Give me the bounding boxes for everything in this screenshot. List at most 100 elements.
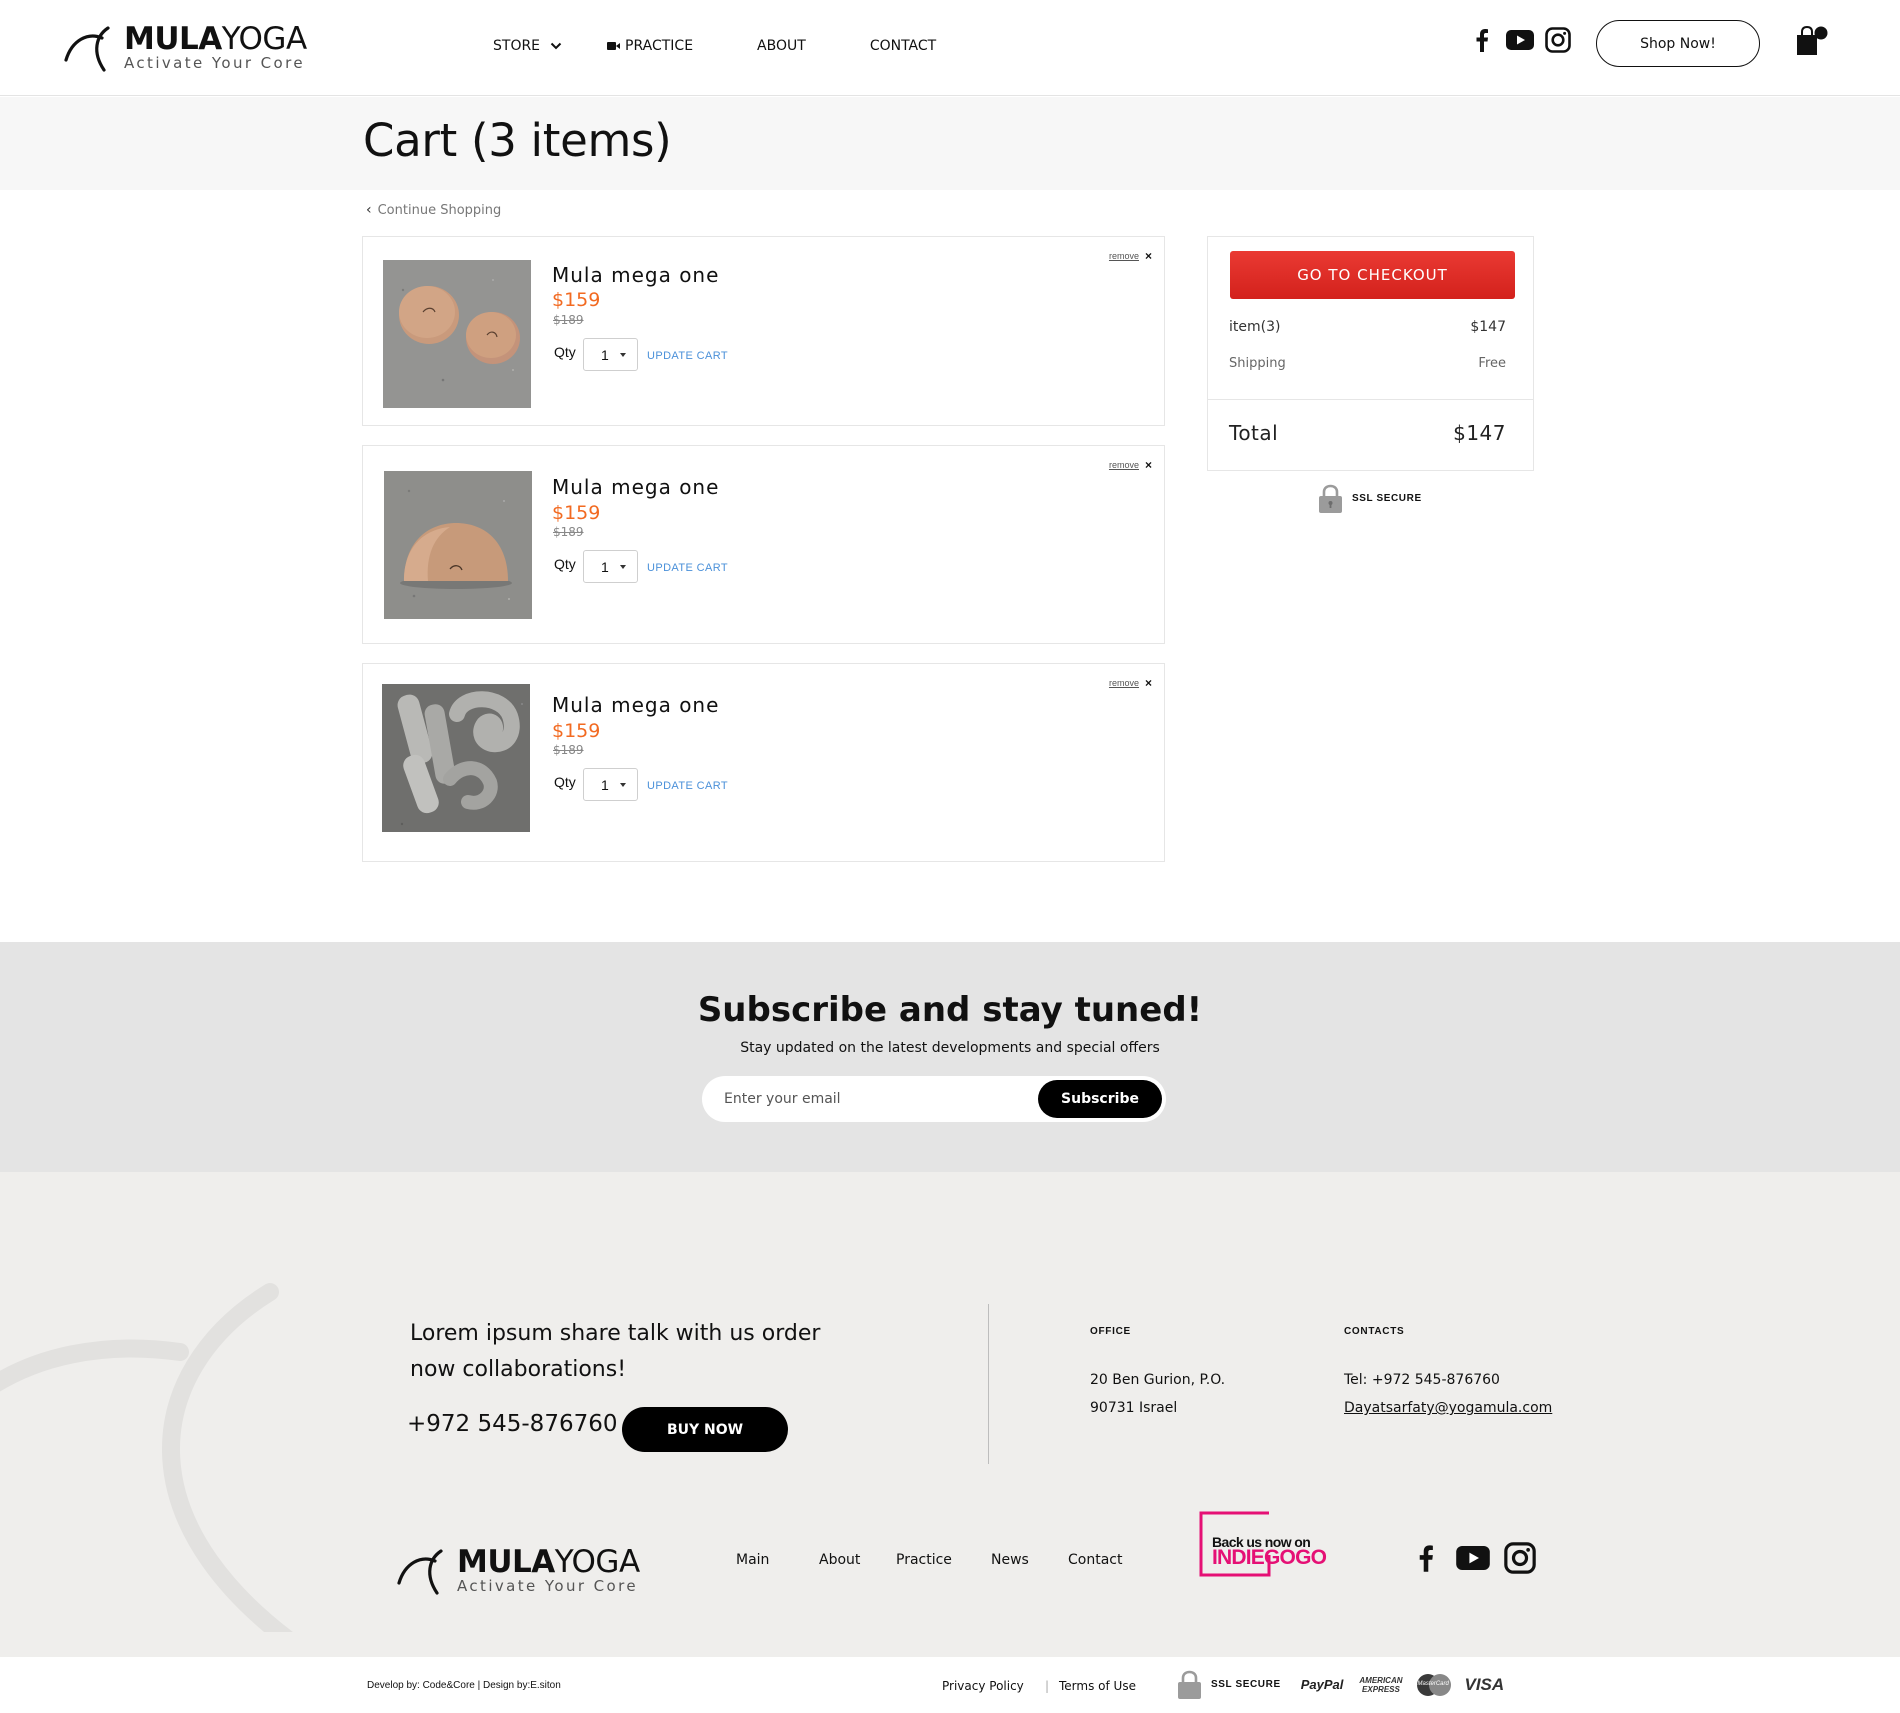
office-heading: OFFICE xyxy=(1090,1326,1131,1337)
page-title: Cart (3 items) xyxy=(363,114,672,167)
nav-practice-label: PRACTICE xyxy=(625,38,694,54)
continue-shopping-label: Continue Shopping xyxy=(377,202,502,218)
footer-divider xyxy=(988,1304,989,1464)
summary-total-value: $147 xyxy=(1453,421,1506,445)
subscribe-form: Subscribe xyxy=(702,1076,1166,1122)
site-footer: Lorem ipsum share talk with us order now… xyxy=(0,1172,1900,1657)
ssl-secure-label: SSL SECURE xyxy=(1211,1679,1281,1690)
indiegogo-line2: INDIEGOGO xyxy=(1212,1546,1327,1569)
mula-watermark-icon xyxy=(0,1283,294,1632)
remove-item-button[interactable]: remove × xyxy=(1109,676,1152,690)
summary-items-row: item(3) $147 xyxy=(1229,319,1506,335)
nav-contact[interactable]: CONTACT xyxy=(870,38,936,54)
subscribe-section: Subscribe and stay tuned! Stay updated o… xyxy=(0,942,1900,1172)
payment-methods: SSL SECURE PayPal AMERICAN EXPRESS Maste… xyxy=(1178,1670,1504,1699)
email-input[interactable] xyxy=(724,1088,1024,1110)
legal-separator: | xyxy=(1045,1679,1050,1693)
product-image[interactable] xyxy=(384,471,532,619)
cart-item: Mula mega one $159 $189 Qty 1 UPDATE CAR… xyxy=(362,445,1165,644)
quantity-select[interactable]: 1 xyxy=(583,768,638,801)
nav-contact-label: CONTACT xyxy=(869,38,937,54)
product-old-price: $189 xyxy=(553,525,584,539)
contacts-email-link[interactable]: Dayatsarfaty@yogamula.com xyxy=(1344,1400,1552,1416)
chevron-left-icon: ‹ xyxy=(366,202,372,218)
product-image[interactable] xyxy=(382,684,530,832)
checkout-button[interactable]: GO TO CHECKOUT xyxy=(1230,251,1515,299)
office-address-line1: 20 Ben Gurion, P.O. xyxy=(1090,1372,1226,1388)
bottom-bar: Develop by: Code&Core | Design by:E.sito… xyxy=(0,1657,1900,1713)
nav-about-label: ABOUT xyxy=(757,38,806,54)
nav-store[interactable]: STORE xyxy=(493,38,562,54)
close-icon: × xyxy=(1144,249,1152,263)
product-name[interactable]: Mula mega one xyxy=(552,475,719,499)
developer-credit: Develop by: Code&Core | Design by:E.sito… xyxy=(367,1680,561,1691)
facebook-icon[interactable] xyxy=(1468,26,1496,54)
mastercard-logo: MasterCard xyxy=(1415,1673,1453,1697)
indiegogo-badge[interactable]: Back us now on INDIEGOGO xyxy=(1199,1511,1331,1577)
logo-tagline: Activate Your Core xyxy=(457,1577,638,1595)
quantity-select[interactable]: 1 xyxy=(583,338,638,371)
summary-shipping-value: Free xyxy=(1478,356,1506,371)
cart-title-band xyxy=(0,97,1900,190)
main-nav: STORE PRACTICE ABOUT CONTACT xyxy=(493,38,936,54)
youtube-icon[interactable] xyxy=(1506,26,1534,54)
product-price: $159 xyxy=(552,289,601,311)
buy-now-button[interactable]: BUY NOW xyxy=(622,1407,788,1452)
facebook-icon[interactable] xyxy=(1418,1544,1442,1572)
footer-nav-main[interactable]: Main xyxy=(736,1552,769,1568)
header-social-links xyxy=(1458,26,1572,54)
qty-label: Qty xyxy=(554,774,576,790)
privacy-policy-link[interactable]: Privacy Policy xyxy=(942,1679,1024,1693)
product-name[interactable]: Mula mega one xyxy=(552,693,719,717)
update-cart-link[interactable]: UPDATE CART xyxy=(647,350,728,362)
chevron-down-icon xyxy=(550,42,562,50)
summary-shipping-row: Shipping Free xyxy=(1229,356,1506,371)
instagram-icon[interactable] xyxy=(1544,26,1572,54)
product-old-price: $189 xyxy=(553,313,584,327)
shopping-bag-icon[interactable] xyxy=(1795,26,1829,58)
footer-logo[interactable]: MULAYOGA Activate Your Core xyxy=(395,1547,640,1597)
shop-now-button[interactable]: Shop Now! xyxy=(1596,20,1760,67)
remove-label: remove xyxy=(1108,251,1139,261)
subscribe-button[interactable]: Subscribe xyxy=(1038,1080,1162,1118)
remove-item-button[interactable]: remove × xyxy=(1109,249,1152,263)
footer-nav-practice[interactable]: Practice xyxy=(896,1552,952,1568)
lock-icon xyxy=(1178,1670,1201,1699)
qty-label: Qty xyxy=(554,556,576,572)
header-logo[interactable]: MULAYOGA Activate Your Core xyxy=(62,24,307,74)
cart-item: Mula mega one $159 $189 Qty 1 UPDATE CAR… xyxy=(362,236,1165,426)
site-header: MULAYOGA Activate Your Core STORE PRACTI… xyxy=(0,0,1900,96)
quantity-select[interactable]: 1 xyxy=(583,550,638,583)
amex-logo: AMERICAN EXPRESS xyxy=(1359,1676,1402,1694)
instagram-icon[interactable] xyxy=(1504,1542,1536,1574)
summary-items-value: $147 xyxy=(1470,319,1506,335)
order-summary: GO TO CHECKOUT item(3) $147 Shipping Fre… xyxy=(1207,236,1534,471)
mastercard-label: MasterCard xyxy=(1417,1680,1449,1687)
quantity-value: 1 xyxy=(601,558,609,575)
ssl-secure-label: SSL SECURE xyxy=(1352,493,1422,504)
terms-of-use-link[interactable]: Terms of Use xyxy=(1059,1679,1136,1693)
youtube-icon[interactable] xyxy=(1456,1546,1490,1570)
nav-practice[interactable]: PRACTICE xyxy=(607,38,693,54)
summary-divider xyxy=(1208,399,1533,400)
product-name[interactable]: Mula mega one xyxy=(552,263,719,287)
footer-nav-news[interactable]: News xyxy=(991,1552,1029,1568)
continue-shopping-link[interactable]: ‹ Continue Shopping xyxy=(366,202,501,218)
nav-about[interactable]: ABOUT xyxy=(757,38,806,54)
footer-phone[interactable]: +972 545-876760 xyxy=(407,1411,617,1437)
update-cart-link[interactable]: UPDATE CART xyxy=(647,780,728,792)
footer-nav-about[interactable]: About xyxy=(819,1552,860,1568)
lock-icon xyxy=(1319,484,1342,513)
mula-logo-mark-icon xyxy=(397,1549,443,1595)
logo-tagline: Activate Your Core xyxy=(124,54,305,72)
remove-item-button[interactable]: remove × xyxy=(1109,458,1152,472)
footer-nav-contact[interactable]: Contact xyxy=(1068,1552,1122,1568)
office-address-line2: 90731 Israel xyxy=(1090,1400,1178,1416)
contacts-phone[interactable]: Tel: +972 545-876760 xyxy=(1344,1372,1500,1388)
subscribe-title: Subscribe and stay tuned! xyxy=(697,990,1203,1030)
update-cart-link[interactable]: UPDATE CART xyxy=(647,562,728,574)
product-price: $159 xyxy=(552,502,601,524)
ssl-secure-badge: SSL SECURE xyxy=(1319,484,1422,513)
product-image[interactable] xyxy=(383,260,531,408)
amex-line1: AMERICAN xyxy=(1359,1675,1403,1685)
